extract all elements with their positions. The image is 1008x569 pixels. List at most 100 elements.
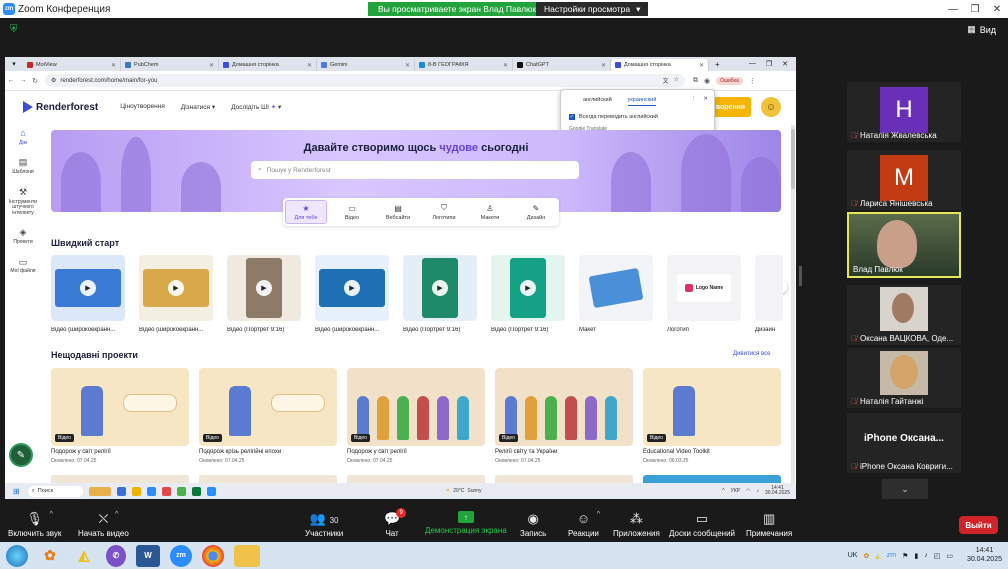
view-button[interactable]: ▦ Вид — [967, 24, 996, 35]
windows-start-icon[interactable] — [6, 544, 28, 567]
restore-icon[interactable]: ❐ — [964, 0, 986, 18]
leave-button[interactable]: Выйти — [959, 516, 998, 534]
participant-tile[interactable]: 🎙̸ Наталія Гайтанжі — [847, 348, 961, 408]
forward-icon[interactable]: → — [17, 77, 29, 84]
app-icon[interactable]: ◭ — [72, 545, 96, 567]
sidebar-item-home[interactable]: ⌂ Дім — [5, 128, 41, 146]
play-icon[interactable]: ▶ — [520, 280, 536, 296]
back-icon[interactable]: ← — [5, 77, 17, 84]
target-language-tab[interactable]: украинский — [627, 97, 657, 106]
quick-start-card[interactable]: ▶ — [227, 255, 301, 321]
apps-button[interactable]: ⁂ Приложения — [613, 511, 660, 538]
start-video-button[interactable]: ⛌ ^ Начать видео — [78, 511, 129, 538]
play-icon[interactable]: ▶ — [168, 280, 184, 296]
browser-tab[interactable]: Gemini ✕ — [317, 59, 415, 71]
chrome-icon[interactable] — [202, 544, 224, 567]
panel-resize-handle[interactable] — [799, 266, 802, 286]
sidebar-item-templates[interactable]: ▤ Шаблони — [5, 157, 41, 175]
tab-design[interactable]: ✎ Дизайн — [515, 200, 557, 224]
volume-icon[interactable]: ♪ — [924, 552, 928, 559]
source-language-tab[interactable]: английский — [583, 97, 612, 106]
recent-project-card[interactable] — [347, 475, 485, 483]
whiteboards-button[interactable]: ▭ Доски сообщений — [669, 511, 735, 538]
shield-icon[interactable]: ⛨ — [10, 24, 20, 35]
profile-icon[interactable]: ◉ — [704, 77, 710, 85]
recent-project-card[interactable] — [199, 475, 337, 483]
play-icon[interactable]: ▶ — [432, 280, 448, 296]
recent-project-card[interactable]: Відео — [347, 368, 485, 446]
recent-project-card[interactable] — [643, 475, 781, 483]
play-icon[interactable]: ▶ — [256, 280, 272, 296]
participant-tile[interactable]: iPhone Оксана... 🎙̸ iPhone Оксана Ковриги… — [847, 413, 961, 473]
scrollbar-thumb[interactable] — [791, 129, 795, 189]
participant-tile[interactable]: Н 🎙̸ Наталія Жвалевська — [847, 82, 961, 142]
recent-project-name[interactable]: Подорож крізь релігійні епохи — [199, 449, 281, 455]
always-translate-checkbox[interactable]: ✓ — [569, 114, 575, 120]
record-button[interactable]: ◉ Запись — [520, 511, 546, 538]
recent-project-name[interactable]: Подорож у світ релігії — [347, 449, 407, 455]
scrollbar[interactable] — [791, 125, 795, 485]
close-icon[interactable]: ✕ — [703, 96, 708, 102]
close-icon[interactable]: ✕ — [503, 62, 508, 69]
search-input[interactable]: ⌕ Пошук у Renderforest — [251, 161, 579, 179]
widget-icon[interactable] — [88, 486, 111, 496]
browser-tab[interactable]: 8-В ГЕОГРАФІЯ ✕ — [415, 59, 513, 71]
quick-start-card[interactable]: ▶ — [491, 255, 565, 321]
sidebar-item-files[interactable]: ▭ Мої файли — [5, 257, 41, 275]
recent-project-card[interactable]: Відео — [495, 368, 633, 446]
close-icon[interactable]: ✕ — [601, 62, 606, 69]
sidebar-item-projects[interactable]: ◈ Проекти — [5, 227, 41, 245]
zoom-app-icon[interactable]: zm — [170, 544, 192, 567]
volume-icon[interactable]: ♪ — [756, 488, 759, 494]
close-icon[interactable]: ✕ — [111, 62, 116, 69]
quick-start-card[interactable]: ▶ — [315, 255, 389, 321]
network-icon[interactable]: ◰ — [934, 552, 941, 560]
tab-websites[interactable]: ▤ Вебсайти — [377, 200, 419, 224]
minimize-icon[interactable]: — — [749, 60, 756, 68]
close-icon[interactable]: ✕ — [782, 60, 788, 68]
participant-tile[interactable]: 🎙̸ Оксана ВАЦКОВА, Оде... — [847, 285, 961, 345]
weather-widget[interactable]: ☀ 20°C Sunny — [446, 488, 482, 494]
quick-start-card[interactable]: ▶ — [403, 255, 477, 321]
app-icon[interactable] — [206, 486, 216, 496]
close-icon[interactable]: ✕ — [986, 0, 1008, 18]
quick-start-card[interactable] — [579, 255, 653, 321]
taskbar-search[interactable]: ⌕ Поиск — [27, 485, 83, 497]
nav-learn[interactable]: Дізнатися ▾ — [181, 103, 215, 111]
recent-project-name[interactable]: Релігії світу та України — [495, 449, 557, 455]
reactions-button[interactable]: ☺ ^ Реакции — [568, 511, 600, 538]
annotate-pen-icon[interactable]: ✎ — [9, 443, 33, 467]
wifi-icon[interactable]: ◠ — [746, 488, 750, 494]
tab-menu-icon[interactable]: ▾ — [5, 60, 23, 68]
browser-tab-active[interactable]: Домашня сторінка ✕ — [611, 59, 709, 71]
extensions-icon[interactable]: ⧉ — [693, 77, 698, 85]
play-icon[interactable]: ▶ — [80, 280, 96, 296]
play-icon[interactable]: ▶ — [344, 280, 360, 296]
error-chip[interactable]: Ошибка — [716, 76, 743, 85]
zoom-app-icon[interactable] — [146, 486, 156, 496]
avatar[interactable]: ☺ — [761, 97, 781, 117]
flag-icon[interactable]: ⚑ — [902, 552, 908, 560]
tray-app-icon[interactable]: ◭ — [875, 552, 880, 560]
close-icon[interactable]: ✕ — [699, 62, 704, 69]
share-screen-button[interactable]: ↑ Демонстрация экрана — [425, 511, 507, 535]
app-icon[interactable] — [191, 486, 201, 496]
tab-video[interactable]: ▭ Відео — [331, 200, 373, 224]
close-icon[interactable]: ✕ — [307, 62, 312, 69]
notes-button[interactable]: ▥ Примечания — [746, 511, 792, 538]
file-explorer-icon[interactable] — [131, 486, 141, 496]
recent-project-card[interactable] — [495, 475, 633, 483]
browser-tab[interactable]: Домашня сторінка ✕ — [219, 59, 317, 71]
taskview-icon[interactable] — [116, 486, 126, 496]
nav-explore-ai[interactable]: Дослідіть ШІ ✦ ▾ — [231, 103, 281, 111]
browser-tab[interactable]: ChatGPT ✕ — [513, 59, 611, 71]
viber-icon[interactable]: ✆ — [106, 544, 126, 567]
minimize-icon[interactable]: — — [942, 0, 964, 18]
tab-mockups[interactable]: ♙ Макети — [469, 200, 511, 224]
tray-app-icon[interactable]: ✿ — [863, 552, 869, 560]
chevron-up-icon[interactable]: ^ — [722, 488, 724, 494]
recent-project-card[interactable]: Відео — [199, 368, 337, 446]
recent-project-name[interactable]: Educational Video Toolkit — [643, 449, 710, 455]
view-settings-button[interactable]: Настройки просмотра ▾ — [536, 2, 649, 16]
renderforest-logo[interactable]: Renderforest — [23, 101, 98, 113]
